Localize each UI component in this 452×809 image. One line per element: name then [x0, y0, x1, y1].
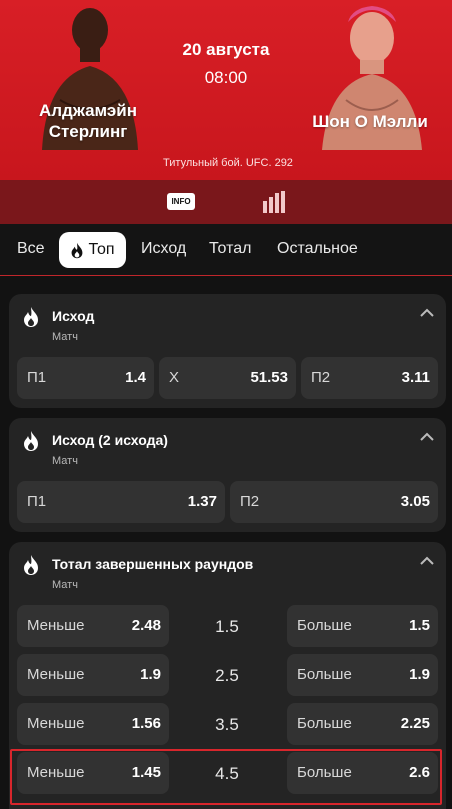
- event-time: 08:00: [204, 68, 248, 87]
- market-tabs: Все Топ Исход Тотал Остальное: [0, 224, 452, 276]
- chevron-up-icon[interactable]: [420, 556, 434, 566]
- market-subtitle: Матч: [52, 331, 78, 343]
- odd-label: Больше: [297, 617, 352, 634]
- odd-label: П2: [240, 493, 260, 510]
- market-card: Исход (2 исхода) Матч П1 1.37 П2 3.05: [9, 418, 446, 532]
- flame-icon: [24, 431, 38, 451]
- total-over-button[interactable]: Больше 2.25: [287, 703, 438, 745]
- flame-icon: [24, 555, 38, 575]
- fighter-right-name: Шон О Мэлли: [312, 112, 428, 131]
- odd-label: Меньше: [27, 666, 85, 683]
- event-subtitle: Титульный бой. UFC. 292: [163, 157, 293, 169]
- odd-value: 1.37: [187, 493, 217, 510]
- odd-label: П2: [311, 369, 331, 386]
- odd-button[interactable]: П2 3.05: [230, 481, 438, 523]
- odd-value: 2.25: [400, 715, 430, 732]
- odd-value: 3.05: [400, 493, 430, 510]
- total-line: 2.5: [215, 666, 239, 685]
- odd-button[interactable]: П1 1.4: [17, 357, 154, 399]
- event-header: Алджамэйн Стерлинг Шон О Мэлли 20 август…: [0, 0, 452, 180]
- market-card: Исход Матч П1 1.4 Х 51.53 П2 3.11: [9, 294, 446, 408]
- total-under-button[interactable]: Меньше 1.56: [17, 703, 169, 745]
- flame-icon: [24, 307, 38, 327]
- odd-value: 3.11: [401, 369, 430, 386]
- event-date: 20 августа: [182, 40, 270, 59]
- odd-label: П1: [27, 369, 47, 386]
- odd-value: 1.56: [131, 715, 161, 732]
- total-line: 1.5: [215, 617, 239, 636]
- chevron-up-icon[interactable]: [420, 432, 434, 442]
- odd-value: 2.48: [131, 617, 161, 634]
- odd-value: 1.5: [409, 617, 430, 634]
- odd-value: 1.9: [140, 666, 161, 683]
- tab-outcome[interactable]: Исход: [141, 240, 186, 258]
- odd-button[interactable]: П1 1.37: [17, 481, 225, 523]
- market-subtitle: Матч: [52, 455, 78, 467]
- stats-icon[interactable]: [262, 191, 286, 213]
- odd-label: П1: [27, 493, 47, 510]
- tab-top-label: Топ: [88, 241, 115, 258]
- odd-label: Больше: [297, 715, 352, 732]
- chevron-up-icon[interactable]: [420, 308, 434, 318]
- odd-value: 1.9: [409, 666, 430, 683]
- total-over-button[interactable]: Больше 1.9: [287, 654, 438, 696]
- odd-label: Х: [169, 369, 180, 386]
- market-title: Тотал завершенных раундов: [52, 556, 254, 572]
- selected-row-highlight: [10, 749, 442, 805]
- odd-label: Больше: [297, 666, 352, 683]
- total-over-button[interactable]: Больше 1.5: [287, 605, 438, 647]
- event-toolbar: [0, 180, 452, 224]
- odd-button[interactable]: Х 51.53: [159, 357, 296, 399]
- market-title: Исход: [52, 308, 95, 324]
- info-button[interactable]: INFO: [167, 193, 195, 210]
- tab-total[interactable]: Тотал: [209, 240, 251, 258]
- total-line: 3.5: [215, 715, 239, 734]
- odd-button[interactable]: П2 3.11: [301, 357, 438, 399]
- tab-top[interactable]: Топ: [59, 232, 126, 268]
- odd-value: 51.53: [250, 369, 288, 386]
- total-under-button[interactable]: Меньше 1.9: [17, 654, 169, 696]
- fighter-left-name: Алджамэйн Стерлинг: [38, 101, 138, 141]
- tab-all[interactable]: Все: [17, 240, 45, 258]
- flame-icon: [72, 242, 83, 258]
- market-title: Исход (2 исхода): [52, 432, 168, 448]
- odd-label: Меньше: [27, 617, 85, 634]
- market-subtitle: Матч: [52, 579, 78, 591]
- odd-value: 1.4: [125, 369, 146, 386]
- tab-other[interactable]: Остальное: [277, 240, 358, 258]
- total-under-button[interactable]: Меньше 2.48: [17, 605, 169, 647]
- odd-label: Меньше: [27, 715, 85, 732]
